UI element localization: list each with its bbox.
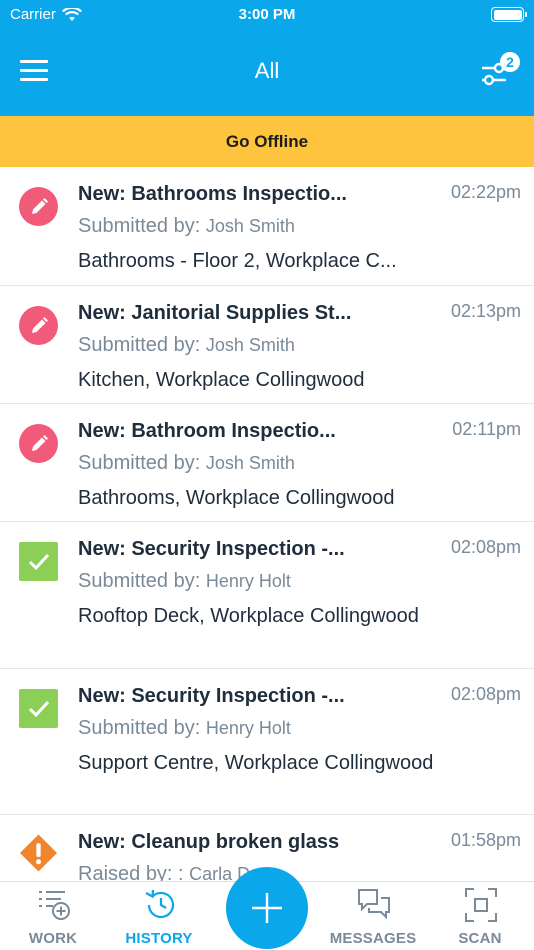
go-offline-button[interactable]: Go Offline	[0, 116, 534, 167]
item-submitter: Submitted by: Josh Smith	[78, 334, 295, 357]
item-time: 01:58pm	[450, 830, 521, 850]
plus-icon	[252, 893, 282, 923]
submitter-label: Raised by: :	[78, 863, 184, 881]
pencil-icon	[19, 187, 58, 226]
add-button[interactable]	[226, 867, 308, 949]
tab-history-label: HISTORY	[125, 930, 193, 947]
checkbox-checked-icon	[19, 689, 58, 728]
item-location: Kitchen, Workplace Collingwood	[78, 369, 365, 391]
app-header: Carrier 3:00 PM All 2	[0, 0, 534, 116]
list-item[interactable]: New: Bathroom Inspectio... 02:11pm Submi…	[0, 404, 534, 522]
item-submitter: Submitted by: Henry Holt	[78, 717, 291, 740]
submitter-name: Josh Smith	[205, 335, 295, 355]
tab-history[interactable]: HISTORY	[114, 882, 204, 950]
item-time: 02:08pm	[450, 684, 521, 704]
filter-button[interactable]: 2	[480, 52, 520, 88]
submitter-name: Henry Holt	[205, 718, 291, 738]
item-title: New: Janitorial Supplies St...	[78, 302, 352, 324]
item-location: Support Centre, Workplace Collingwood	[78, 752, 434, 774]
status-time: 3:00 PM	[238, 6, 296, 23]
item-submitter: Submitted by: Henry Holt	[78, 570, 291, 593]
item-title: New: Bathroom Inspectio...	[78, 420, 336, 442]
scan-frame-icon	[465, 888, 497, 922]
tab-messages-label: MESSAGES	[329, 930, 417, 947]
item-submitter: Submitted by: Josh Smith	[78, 452, 295, 475]
item-time: 02:22pm	[450, 182, 521, 202]
item-time: 02:08pm	[450, 537, 521, 557]
submitter-label: Submitted by:	[78, 215, 201, 237]
item-title: New: Bathrooms Inspectio...	[78, 183, 347, 205]
pencil-icon	[19, 424, 58, 463]
checkbox-checked-icon	[19, 542, 58, 581]
page-title: All	[254, 58, 280, 83]
submitter-name: Josh Smith	[205, 453, 295, 473]
list-item[interactable]: New: Janitorial Supplies St... 02:13pm S…	[0, 286, 534, 404]
submitter-label: Submitted by:	[78, 717, 201, 739]
submitter-label: Submitted by:	[78, 570, 201, 592]
submitter-name: Henry Holt	[205, 571, 291, 591]
list-item[interactable]: New: Security Inspection -... 02:08pm Su…	[0, 522, 534, 669]
list-item[interactable]: New: Bathrooms Inspectio... 02:22pm Subm…	[0, 167, 534, 286]
item-time: 02:13pm	[450, 301, 521, 321]
item-submitter: Submitted by: Josh Smith	[78, 215, 295, 238]
item-title: New: Security Inspection -...	[78, 538, 345, 560]
item-title: New: Security Inspection -...	[78, 685, 345, 707]
status-bar: Carrier 3:00 PM	[0, 0, 534, 30]
history-list: New: Bathrooms Inspectio... 02:22pm Subm…	[0, 167, 534, 881]
item-title: New: Cleanup broken glass	[78, 831, 340, 853]
item-location: Bathrooms, Workplace Collingwood	[78, 487, 395, 509]
item-location: Bathrooms - Floor 2, Workplace C...	[78, 250, 397, 272]
tab-work[interactable]: WORK	[8, 882, 98, 950]
tab-messages[interactable]: MESSAGES	[328, 882, 418, 950]
item-time: 02:11pm	[452, 419, 521, 439]
warning-icon	[19, 833, 58, 872]
battery-icon	[491, 7, 527, 22]
submitter-label: Submitted by:	[78, 334, 201, 356]
pencil-icon	[19, 306, 58, 345]
submitter-label: Submitted by:	[78, 452, 201, 474]
task-list-add-icon	[39, 891, 70, 920]
item-location: Rooftop Deck, Workplace Collingwood	[78, 605, 419, 627]
filter-count-badge: 2	[500, 52, 520, 72]
tab-work-label: WORK	[28, 930, 78, 947]
tab-scan-label: SCAN	[458, 930, 502, 947]
chat-bubbles-icon	[358, 889, 390, 920]
list-item[interactable]: New: Security Inspection -... 02:08pm Su…	[0, 669, 534, 815]
item-submitter: Raised by: : Carla D	[78, 863, 250, 881]
history-clock-icon	[145, 889, 175, 919]
tab-scan[interactable]: SCAN	[435, 882, 525, 950]
submitter-name: Josh Smith	[205, 216, 295, 236]
